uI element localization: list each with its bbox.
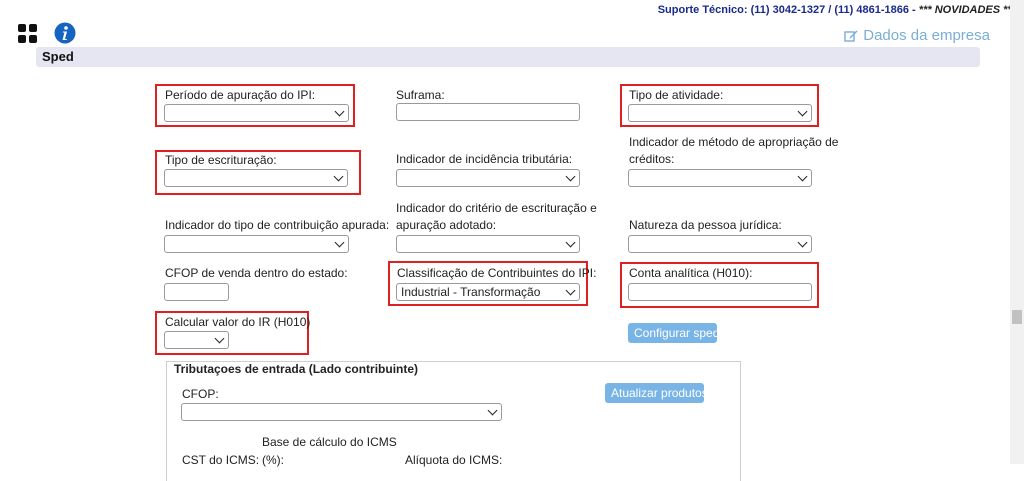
chevron-down-icon [797,237,808,248]
info-icon[interactable] [54,22,76,44]
suframa-label: Suframa: [396,88,445,102]
edit-icon [844,30,858,42]
indicador-metodo-select[interactable] [628,169,812,187]
tipo-escrituracao-label: Tipo de escrituração: [165,153,277,167]
section-header: Sped [36,47,980,67]
tributacoes-title: Tributaçoes de entrada (Lado contribuint… [174,362,419,376]
scrollbar-thumb[interactable] [1012,310,1022,324]
chevron-down-icon [565,285,576,296]
natureza-pj-label: Natureza da pessoa jurídica: [629,218,782,232]
apps-grid-icon[interactable] [18,24,38,44]
novidades-link[interactable]: *** NOVIDADES *** [919,4,1016,16]
base-calculo-label-2: (%): [262,453,284,467]
chevron-down-icon [334,106,345,117]
tipo-atividade-label: Tipo de atividade: [629,88,724,102]
vertical-scrollbar[interactable] [1010,0,1024,464]
calcular-ir-label: Calcular valor do IR (H010) [165,315,311,329]
base-calculo-label-1: Base de cálculo do ICMS [262,435,397,449]
classificacao-ipi-value: Industrial - Transformação [401,285,541,299]
chevron-down-icon [565,171,576,182]
indicador-contribuicao-select[interactable] [164,235,349,253]
cfop-venda-input[interactable] [164,283,229,301]
cfop-label: CFOP: [182,387,219,401]
indicador-criterio-label-1: Indicador do critério de escrituração e [396,201,597,215]
chevron-down-icon [565,237,576,248]
suframa-input[interactable] [396,103,580,121]
indicador-contribuicao-label: Indicador do tipo de contribuição apurad… [165,218,390,232]
cfop-venda-label: CFOP de venda dentro do estado: [165,266,348,280]
classificacao-ipi-select[interactable]: Industrial - Transformação [396,283,580,301]
tipo-escrituracao-select[interactable] [164,169,348,187]
natureza-pj-select[interactable] [628,235,812,253]
company-data-label: Dados da empresa [863,27,990,44]
chevron-down-icon [334,237,345,248]
company-data-link[interactable]: Dados da empresa [844,27,990,44]
indicador-criterio-label-2: apuração adotado: [396,218,497,232]
periodo-ipi-select[interactable] [164,104,349,122]
classificacao-ipi-label: Classificação de Contribuintes do IPI: [397,266,597,280]
chevron-down-icon [214,333,225,344]
atualizar-produtos-button[interactable]: Atualizar produtos [605,383,708,403]
periodo-ipi-label: Período de apuração do IPI: [165,88,316,102]
aliquota-icms-label: Alíquota do ICMS: [405,453,503,467]
support-info: Suporte Técnico: (11) 3042-1327 / (11) 4… [658,4,1016,16]
indicador-metodo-label-1: Indicador de método de apropriação de [629,135,839,149]
chevron-down-icon [487,405,498,416]
support-phones: Suporte Técnico: (11) 3042-1327 / (11) 4… [657,4,916,16]
indicador-criterio-select[interactable] [396,235,580,253]
section-title: Sped [42,49,74,64]
chevron-down-icon [797,171,808,182]
calcular-ir-select[interactable] [164,331,229,349]
indicador-incidencia-select[interactable] [396,169,580,187]
conta-analitica-label: Conta analítica (H010): [629,266,753,280]
tipo-atividade-select[interactable] [628,104,812,122]
cst-icms-label: CST do ICMS: [182,453,260,467]
chevron-down-icon [333,171,344,182]
cfop-select[interactable] [181,403,502,421]
indicador-incidencia-label: Indicador de incidência tributária: [396,152,573,166]
indicador-metodo-label-2: créditos: [629,152,675,166]
configurar-sped-button[interactable]: Configurar sped [628,323,719,343]
conta-analitica-input[interactable] [628,283,812,301]
chevron-down-icon [797,106,808,117]
